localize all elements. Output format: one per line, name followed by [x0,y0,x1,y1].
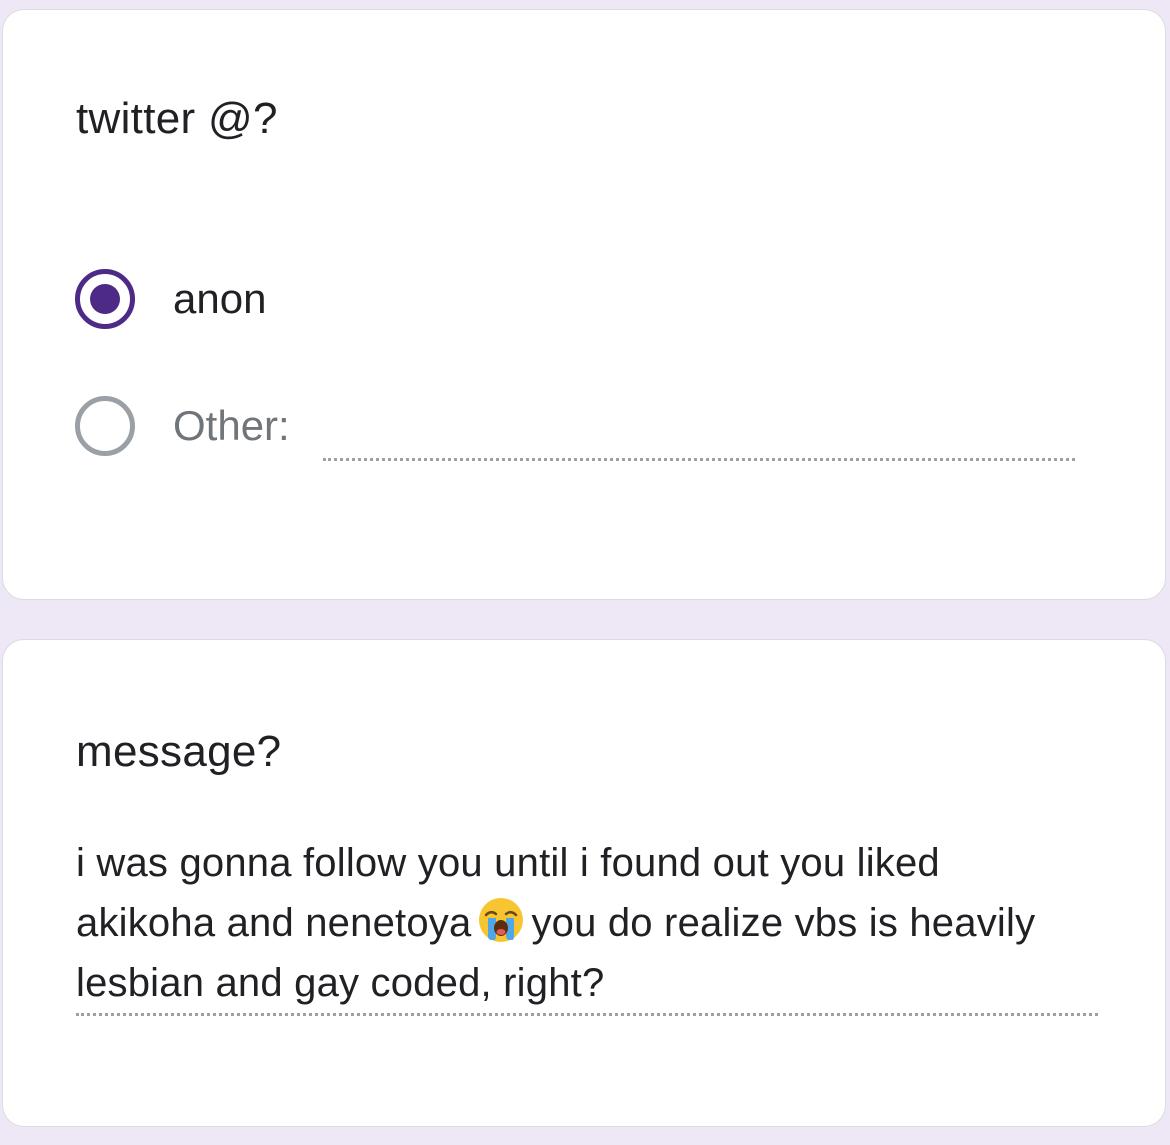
radio-option-other[interactable]: Other: [75,396,290,456]
background-gap [1150,600,1170,639]
message-question-card: message? i was gonna follow you until i … [2,639,1166,1127]
radio-label-anon: anon [173,275,267,322]
radio-unchecked-icon[interactable] [75,396,135,456]
other-text-input[interactable] [323,458,1075,461]
question-title-twitter: twitter @? [76,94,278,143]
twitter-question-card: twitter @? anon Other: [2,9,1166,600]
message-answer-text[interactable]: i was gonna follow you until i found out… [76,833,1076,1013]
radio-option-anon[interactable]: anon [75,269,266,329]
question-title-message: message? [76,727,282,776]
radio-checked-icon[interactable] [75,269,135,329]
radio-label-other: Other: [173,402,290,449]
answer-underline [76,1013,1098,1016]
loudly-crying-face-icon [477,896,525,944]
